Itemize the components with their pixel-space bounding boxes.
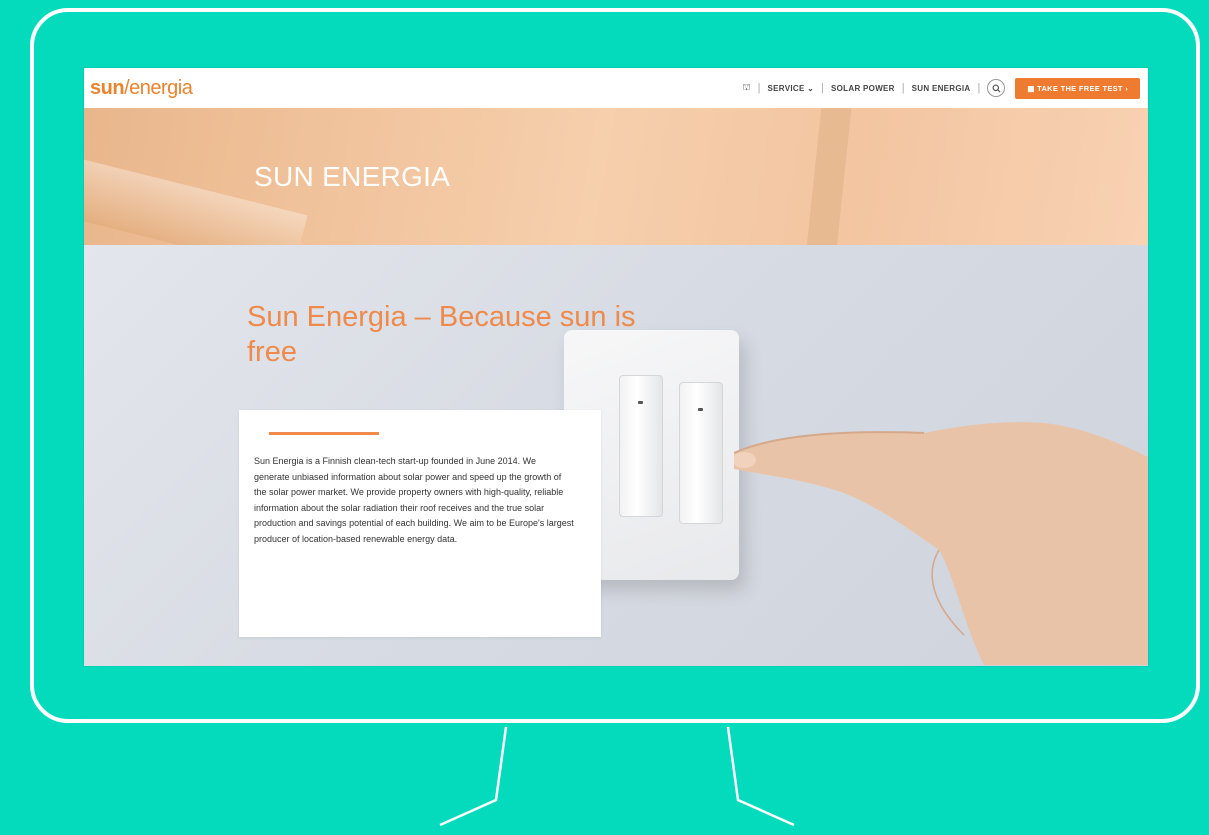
take-free-test-button[interactable]: ▦ TAKE THE FREE TEST › — [1015, 77, 1140, 99]
search-icon[interactable] — [987, 79, 1006, 97]
nav-separator: | — [821, 82, 825, 94]
site-logo[interactable]: sun/energia — [90, 76, 193, 100]
hero-section: Sun Energia – Because sun is free Sun En… — [84, 245, 1148, 666]
page-title: SUN ENERGIA — [254, 161, 451, 192]
about-paragraph: Sun Energia is a Finnish clean-tech star… — [254, 456, 574, 544]
website-screen: sun/energia ⛫ | SERVICE ⌄ | SOLAR POWER … — [84, 68, 1148, 666]
about-card: Sun Energia is a Finnish clean-tech star… — [239, 410, 601, 637]
logo-text-sun: sun — [90, 76, 125, 99]
chevron-down-icon: ⌄ — [807, 83, 815, 93]
nav-separator: | — [757, 82, 761, 94]
hand-image — [734, 422, 1148, 665]
home-icon[interactable]: ⛫ — [742, 82, 750, 94]
nav-separator: | — [901, 82, 905, 94]
nav-item-sun-energia[interactable]: SUN ENERGIA — [912, 84, 971, 93]
hero-heading: Sun Energia – Because sun is free — [247, 301, 636, 368]
accent-divider — [269, 432, 379, 435]
main-nav: ⛫ | SERVICE ⌄ | SOLAR POWER | SUN ENERGI… — [742, 77, 1140, 99]
nav-item-service[interactable]: SERVICE ⌄ — [768, 84, 815, 93]
navbar: sun/energia ⛫ | SERVICE ⌄ | SOLAR POWER … — [84, 68, 1148, 108]
nav-item-service-label: SERVICE — [767, 83, 805, 93]
nav-separator: | — [977, 82, 981, 94]
banner-decoration — [804, 108, 854, 245]
switch-rocker-right — [679, 382, 723, 524]
switch-rocker-left — [619, 375, 663, 517]
nav-item-solar-power[interactable]: SOLAR POWER — [831, 84, 895, 93]
page-banner: SUN ENERGIA — [84, 108, 1148, 245]
logo-text-energia: energia — [129, 76, 193, 99]
